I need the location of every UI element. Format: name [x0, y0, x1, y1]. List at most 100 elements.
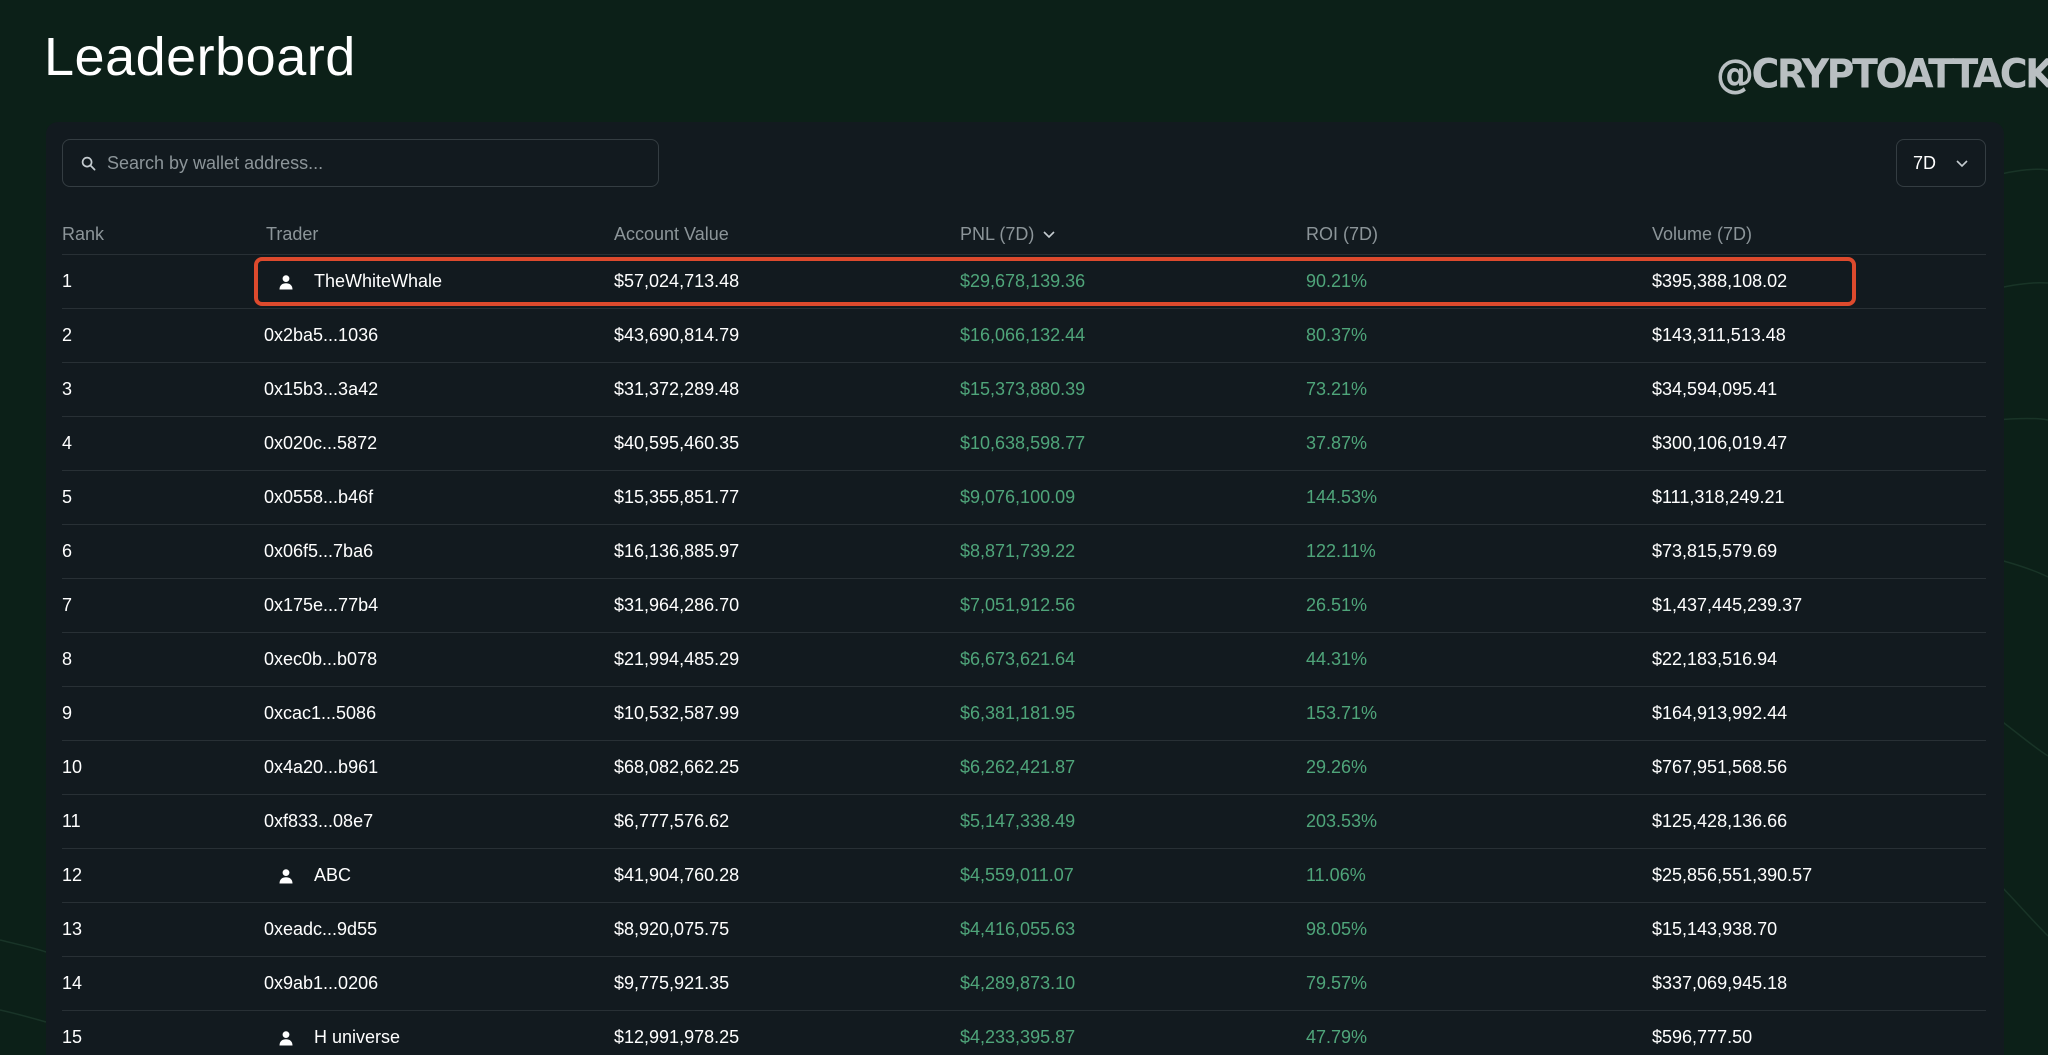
rank-cell: 15 — [62, 1027, 83, 1047]
volume-cell: $596,777.50 — [1652, 1027, 1753, 1047]
table-row[interactable]: 13 0xeadc...9d55 $8,920,075.75 $4,416,05… — [62, 903, 1986, 957]
account-value-cell: $12,991,978.25 — [614, 1027, 740, 1047]
trader-name: 0x9ab1...0206 — [264, 973, 379, 993]
table-row[interactable]: 4 0x020c...5872 $40,595,460.35 $10,638,5… — [62, 417, 1986, 471]
search-box[interactable] — [62, 139, 659, 187]
trader-name: 0x175e...77b4 — [264, 595, 379, 615]
column-header-trader[interactable]: Trader — [266, 224, 318, 245]
period-select-value: 7D — [1913, 152, 1937, 173]
table-row[interactable]: 11 0xf833...08e7 $6,777,576.62 $5,147,33… — [62, 795, 1986, 849]
trader-cell[interactable]: 0x4a20...b961 — [264, 741, 378, 794]
pnl-cell: $4,289,873.10 — [960, 973, 1076, 993]
trader-cell[interactable]: 0x06f5...7ba6 — [264, 525, 373, 578]
rank-cell: 13 — [62, 919, 83, 939]
roi-cell: 90.21% — [1306, 271, 1368, 291]
trader-cell[interactable]: 0xeadc...9d55 — [264, 903, 377, 956]
rank-cell: 14 — [62, 973, 83, 993]
table-row[interactable]: 2 0x2ba5...1036 $43,690,814.79 $16,066,1… — [62, 309, 1986, 363]
column-header-pnl[interactable]: PNL (7D) — [960, 224, 1056, 245]
rank-cell: 11 — [62, 811, 81, 831]
column-header-roi[interactable]: ROI (7D) — [1306, 224, 1378, 245]
table-row[interactable]: 3 0x15b3...3a42 $31,372,289.48 $15,373,8… — [62, 363, 1986, 417]
roi-cell: 153.71% — [1306, 703, 1378, 723]
trader-cell[interactable]: 0x175e...77b4 — [264, 579, 378, 632]
leaderboard-table: Rank Trader Account Value PNL (7D) ROI (… — [62, 222, 1986, 1055]
pnl-cell: $4,233,395.87 — [960, 1027, 1076, 1047]
trader-cell[interactable]: H universe — [278, 1011, 400, 1055]
rank-cell: 7 — [62, 595, 73, 615]
volume-cell: $73,815,579.69 — [1652, 541, 1778, 561]
rank-cell: 10 — [62, 757, 83, 777]
volume-cell: $22,183,516.94 — [1652, 649, 1778, 669]
account-value-cell: $21,994,485.29 — [614, 649, 740, 669]
trader-name: 0x15b3...3a42 — [264, 379, 379, 399]
account-value-cell: $10,532,587.99 — [614, 703, 740, 723]
trader-cell[interactable]: 0xf833...08e7 — [264, 795, 373, 848]
table-row[interactable]: 10 0x4a20...b961 $68,082,662.25 $6,262,4… — [62, 741, 1986, 795]
table-row[interactable]: 5 0x0558...b46f $15,355,851.77 $9,076,10… — [62, 471, 1986, 525]
account-value-cell: $31,372,289.48 — [614, 379, 740, 399]
trader-cell[interactable]: 0x9ab1...0206 — [264, 957, 378, 1010]
table-row[interactable]: 7 0x175e...77b4 $31,964,286.70 $7,051,91… — [62, 579, 1986, 633]
roi-cell: 29.26% — [1306, 757, 1368, 777]
volume-cell: $111,318,249.21 — [1652, 487, 1785, 507]
account-value-cell: $15,355,851.77 — [614, 487, 740, 507]
pnl-cell: $4,559,011.07 — [960, 865, 1074, 885]
column-header-volume[interactable]: Volume (7D) — [1652, 224, 1752, 245]
column-header-pnl-label: PNL (7D) — [960, 224, 1035, 244]
trader-name: 0x2ba5...1036 — [264, 325, 379, 345]
table-row[interactable]: 9 0xcac1...5086 $10,532,587.99 $6,381,18… — [62, 687, 1986, 741]
volume-cell: $395,388,108.02 — [1652, 271, 1788, 291]
column-header-account-value[interactable]: Account Value — [614, 224, 729, 245]
roi-cell: 44.31% — [1306, 649, 1368, 669]
trader-name: 0xeadc...9d55 — [264, 919, 378, 939]
search-input[interactable] — [107, 152, 658, 174]
roi-cell: 37.87% — [1306, 433, 1368, 453]
table-row[interactable]: 12 ABC $41,904,760.28 $4,559,011.07 11.0… — [62, 849, 1986, 903]
trader-cell[interactable]: 0x2ba5...1036 — [264, 309, 378, 362]
pnl-cell: $5,147,338.49 — [960, 811, 1076, 831]
roi-cell: 203.53% — [1306, 811, 1378, 831]
pnl-cell: $9,076,100.09 — [960, 487, 1076, 507]
account-value-cell: $68,082,662.25 — [614, 757, 740, 777]
trader-cell[interactable]: 0xcac1...5086 — [264, 687, 376, 740]
table-row[interactable]: 6 0x06f5...7ba6 $16,136,885.97 $8,871,73… — [62, 525, 1986, 579]
table-header: Rank Trader Account Value PNL (7D) ROI (… — [62, 222, 1986, 255]
trader-cell[interactable]: 0x0558...b46f — [264, 471, 373, 524]
rank-cell: 1 — [62, 271, 73, 291]
roi-cell: 11.06% — [1306, 865, 1366, 885]
roi-cell: 98.05% — [1306, 919, 1368, 939]
trader-cell[interactable]: ABC — [278, 849, 351, 902]
rank-cell: 12 — [62, 865, 83, 885]
account-value-cell: $57,024,713.48 — [614, 271, 740, 291]
account-value-cell: $41,904,760.28 — [614, 865, 740, 885]
table-row[interactable]: 15 H universe $12,991,978.25 $4,233,395.… — [62, 1011, 1986, 1055]
trader-name: TheWhiteWhale — [314, 271, 443, 291]
pnl-cell: $7,051,912.56 — [960, 595, 1076, 615]
trader-cell[interactable]: 0x020c...5872 — [264, 417, 377, 470]
column-header-rank[interactable]: Rank — [62, 224, 104, 245]
volume-cell: $164,913,992.44 — [1652, 703, 1788, 723]
pnl-cell: $29,678,139.36 — [960, 271, 1086, 291]
rank-cell: 9 — [62, 703, 73, 723]
trader-name: 0xcac1...5086 — [264, 703, 377, 723]
trader-name: 0x4a20...b961 — [264, 757, 379, 777]
table-row[interactable]: 1 TheWhiteWhale $57,024,713.48 $29,678,1… — [62, 255, 1986, 309]
trader-cell[interactable]: 0xec0b...b078 — [264, 633, 377, 686]
trader-name: ABC — [314, 865, 352, 885]
trader-cell[interactable]: 0x15b3...3a42 — [264, 363, 378, 416]
trader-cell[interactable]: TheWhiteWhale — [278, 255, 442, 308]
table-row[interactable]: 14 0x9ab1...0206 $9,775,921.35 $4,289,87… — [62, 957, 1986, 1011]
user-icon — [278, 273, 296, 291]
rank-cell: 5 — [62, 487, 73, 507]
table-row[interactable]: 8 0xec0b...b078 $21,994,485.29 $6,673,62… — [62, 633, 1986, 687]
volume-cell: $125,428,136.66 — [1652, 811, 1788, 831]
rank-cell: 2 — [62, 325, 73, 345]
roi-cell: 26.51% — [1306, 595, 1368, 615]
trader-name: 0xec0b...b078 — [264, 649, 378, 669]
trader-name: 0x0558...b46f — [264, 487, 374, 507]
period-select[interactable]: 7D — [1896, 139, 1986, 187]
account-value-cell: $43,690,814.79 — [614, 325, 740, 345]
roi-cell: 144.53% — [1306, 487, 1378, 507]
user-icon — [278, 1029, 296, 1047]
